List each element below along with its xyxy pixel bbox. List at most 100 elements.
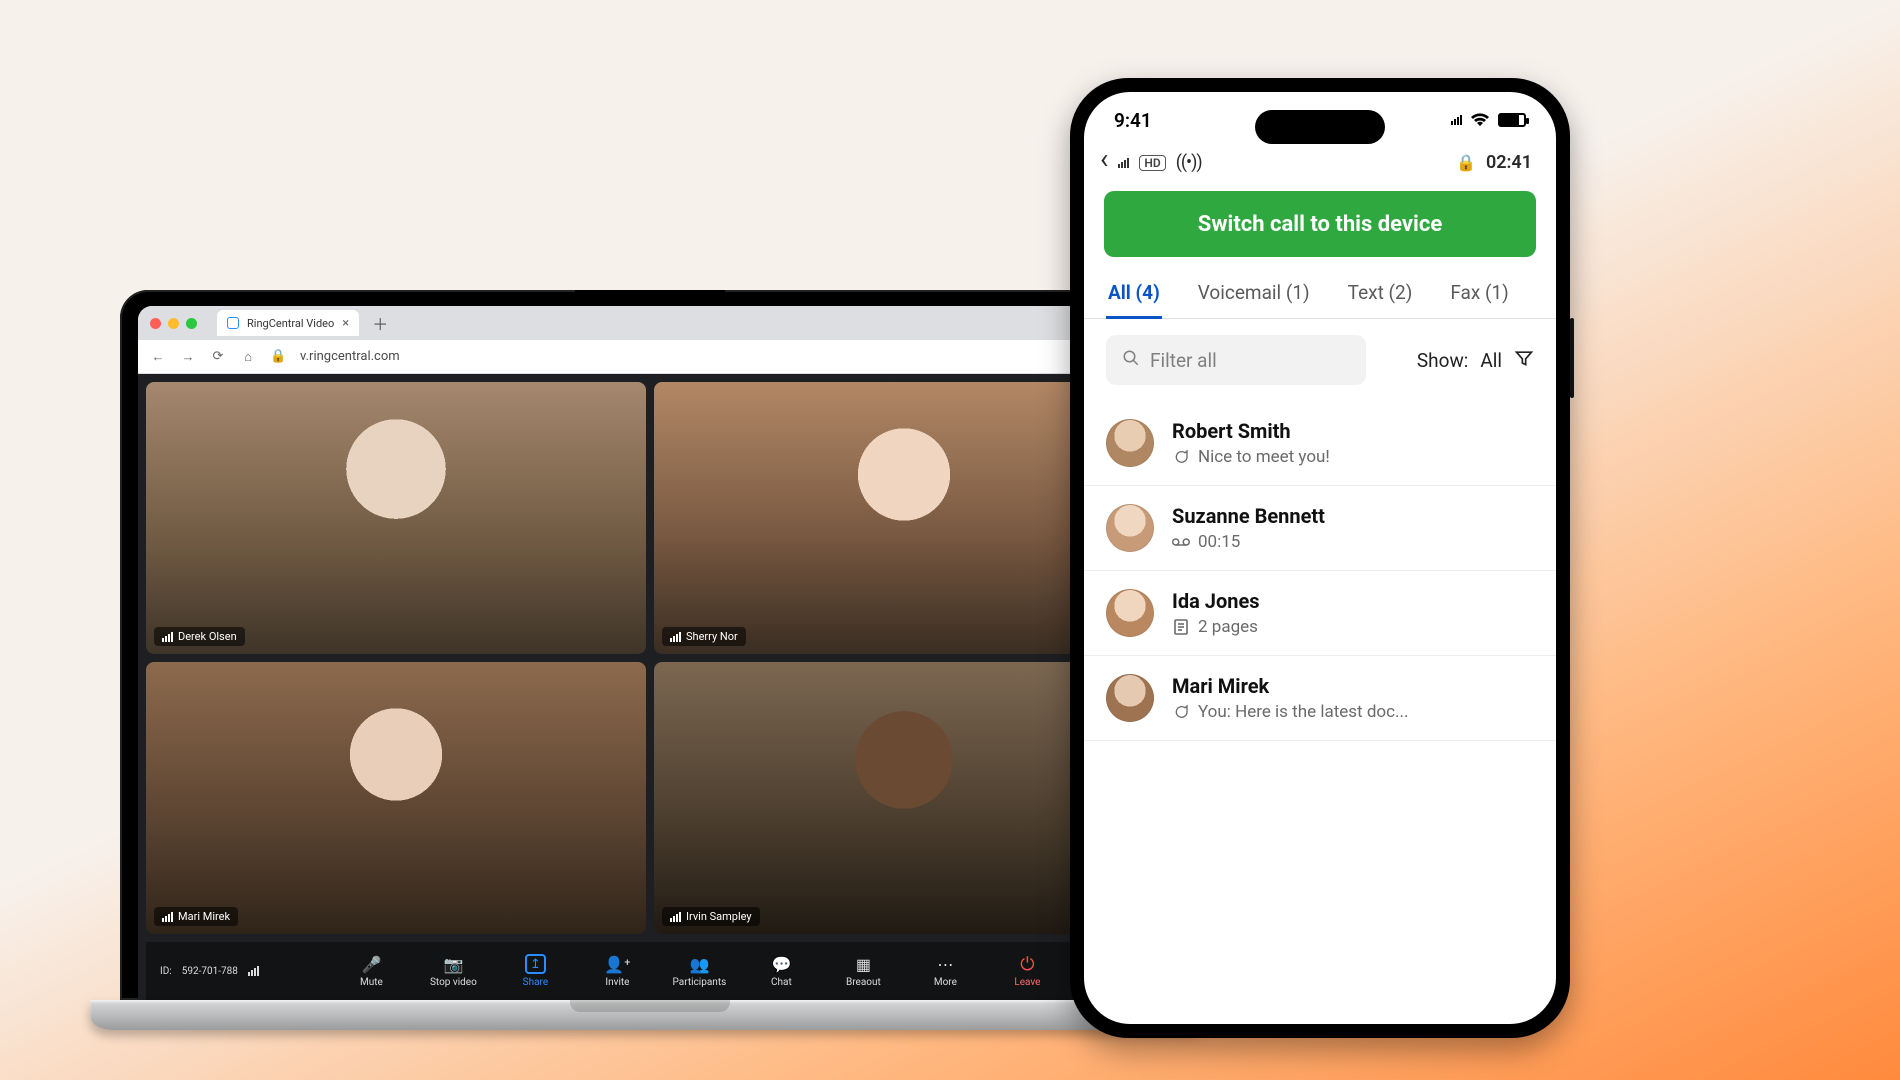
participant-nametag: Sherry Nor [662,627,746,646]
signal-icon [162,632,173,642]
contact-name: Suzanne Bennett [1172,504,1325,528]
invite-button[interactable]: 👤⁺ Invite [587,954,647,988]
camera-icon: 📷 [443,954,463,974]
close-tab-icon[interactable]: × [342,317,349,330]
more-icon: ⋯ [937,954,953,974]
cellular-icon [1451,115,1462,125]
breakout-icon: ▦ [856,954,871,974]
participant-name: Derek Olsen [178,630,237,643]
close-window-icon[interactable] [150,318,161,329]
avatar [1106,674,1154,722]
chat-button[interactable]: 💬 Chat [751,954,811,988]
site-lock-icon: 🔒 [270,349,286,364]
invite-icon: 👤⁺ [604,954,630,974]
back-icon[interactable] [1100,152,1108,173]
nav-home-icon[interactable]: ⌂ [240,349,256,365]
avatar [1106,589,1154,637]
preview-text: Nice to meet you! [1198,447,1330,467]
contact-name: Mari Mirek [1172,674,1408,698]
meeting-id-label: ID: [160,966,172,977]
window-controls [150,318,197,329]
tab-favicon [227,317,239,329]
stop-video-button[interactable]: 📷 Stop video [423,954,483,988]
control-label: Participants [673,977,727,988]
signal-icon [248,966,259,976]
chat-icon: 💬 [771,954,791,974]
participants-icon: 👥 [689,954,709,974]
participant-tile[interactable]: Derek Olsen [146,382,646,654]
chat-bubble-icon [1172,449,1190,465]
call-context-bar: HD ((•)) 🔒 02:41 [1084,148,1556,181]
participant-name: Irvin Sampley [686,910,752,923]
tab-voicemail[interactable]: Voicemail (1) [1196,271,1312,318]
tab-all[interactable]: All (4) [1106,271,1162,318]
show-value: All [1480,349,1502,372]
control-label: Chat [771,977,792,988]
nav-reload-icon[interactable]: ⟳ [210,349,226,364]
browser-tabbar: RingCentral Video × ＋ [138,306,1162,340]
contact-name: Robert Smith [1172,419,1330,443]
control-label: Stop video [430,977,477,988]
minimize-window-icon[interactable] [168,318,179,329]
tab-title: RingCentral Video [247,317,334,330]
new-tab-button[interactable]: ＋ [369,312,391,334]
signal-icon [670,912,681,922]
show-label: Show: [1417,349,1468,372]
meeting-controls: ID: 592-701-788 🎤 Mute 📷 Stop video [146,942,1154,1000]
participant-nametag: Irvin Sampley [662,907,760,926]
fax-page-icon [1172,619,1190,635]
participant-nametag: Mari Mirek [154,907,238,926]
participant-tile[interactable]: Mari Mirek [146,662,646,934]
status-time: 9:41 [1114,109,1152,132]
battery-icon [1498,113,1526,127]
list-item[interactable]: Ida Jones 2 pages [1084,571,1556,656]
list-item[interactable]: Mari Mirek You: Here is the latest doc..… [1084,656,1556,741]
laptop-base [90,1000,1210,1030]
signal-icon [670,632,681,642]
leave-button[interactable]: ⏻ Leave [997,954,1057,988]
nav-back-icon[interactable]: ← [150,349,166,365]
share-button[interactable]: ↥ Share [505,954,565,988]
mute-button[interactable]: 🎤 Mute [341,954,401,988]
browser-tab[interactable]: RingCentral Video × [217,310,359,336]
voicemail-icon [1172,536,1190,548]
switch-call-label: Switch call to this device [1198,212,1442,237]
tab-label: All (4) [1108,281,1160,304]
hd-badge: HD [1139,155,1165,171]
lock-icon: 🔒 [1456,153,1476,172]
control-label: Invite [605,977,629,988]
control-label: Breaout [846,977,881,988]
preview-text: You: Here is the latest doc... [1198,702,1408,722]
tab-fax[interactable]: Fax (1) [1448,271,1510,318]
wifi-icon [1470,109,1490,132]
show-filter[interactable]: Show: All [1417,348,1534,373]
url-text[interactable]: v.ringcentral.com [300,349,400,364]
signal-icon [162,912,173,922]
contact-name: Ida Jones [1172,589,1260,613]
participant-nametag: Derek Olsen [154,627,245,646]
participant-name: Sherry Nor [686,630,738,643]
laptop-notch [575,290,725,306]
inbox-list: Robert Smith Nice to meet you! Suzanne B… [1084,401,1556,1024]
list-item[interactable]: Suzanne Bennett 00:15 [1084,486,1556,571]
share-screen-icon: ↥ [525,954,546,974]
maximize-window-icon[interactable] [186,318,197,329]
meeting-area: Derek Olsen Sherry Nor Mari Mirek [138,374,1162,1000]
breakout-button[interactable]: ▦ Breaout [833,954,893,988]
filter-input[interactable]: Filter all [1106,335,1366,385]
inbox-tabs: All (4) Voicemail (1) Text (2) Fax (1) [1084,271,1556,319]
switch-call-button[interactable]: Switch call to this device [1104,191,1536,257]
tab-label: Text (2) [1348,281,1413,304]
browser-window: RingCentral Video × ＋ ← → ⟳ ⌂ 🔒 v.ringce… [138,306,1162,1000]
list-item[interactable]: Robert Smith Nice to meet you! [1084,401,1556,486]
search-icon [1122,349,1140,372]
filter-placeholder: Filter all [1150,349,1217,372]
nav-forward-icon[interactable]: → [180,349,196,365]
tab-text[interactable]: Text (2) [1346,271,1415,318]
participants-button[interactable]: 👥 Participants [669,954,729,988]
chat-bubble-icon [1172,704,1190,720]
browser-address-bar: ← → ⟳ ⌂ 🔒 v.ringcentral.com [138,340,1162,374]
meeting-id: 592-701-788 [182,966,238,977]
hangup-icon: ⏻ [1020,954,1034,974]
more-button[interactable]: ⋯ More [915,954,975,988]
